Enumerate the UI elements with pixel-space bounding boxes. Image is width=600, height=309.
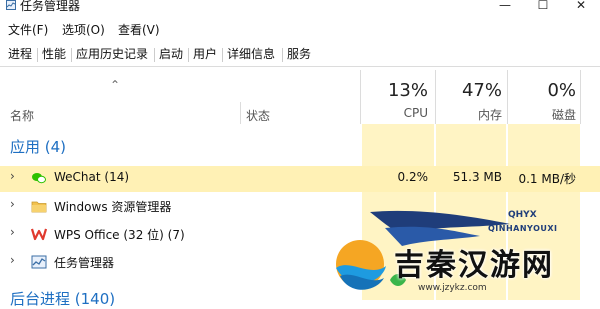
process-name: WPS Office (32 位) (7): [54, 228, 185, 242]
column-name[interactable]: 名称: [10, 107, 34, 124]
memory-percent: 47%: [461, 80, 502, 101]
column-cpu[interactable]: CPU: [362, 106, 428, 120]
task-manager-app-icon: [6, 0, 16, 10]
close-button[interactable]: ✕: [568, 0, 594, 12]
process-cpu: 0.2%: [397, 170, 429, 184]
menu-options[interactable]: 选项(O): [62, 21, 105, 38]
process-name: 任务管理器: [54, 256, 115, 270]
column-status[interactable]: 状态: [246, 107, 270, 124]
process-memory: 51.3 MB: [452, 170, 502, 184]
watermark-chinese: 吉秦汉游网: [394, 248, 554, 283]
tab-divider: [37, 48, 38, 62]
tab-divider: [154, 48, 155, 62]
tab-startup[interactable]: 启动: [157, 45, 185, 62]
column-disk[interactable]: 磁盘: [508, 106, 576, 123]
menu-bar: 文件(F) 选项(O) 查看(V): [0, 18, 600, 40]
column-divider[interactable]: [240, 102, 241, 124]
tab-app-history[interactable]: 应用历史记录: [74, 45, 150, 62]
watermark-tag: QHYX: [508, 210, 537, 220]
column-divider[interactable]: [360, 70, 361, 124]
minimize-button[interactable]: —: [492, 0, 518, 12]
column-header: ⌃ 名称 状态 13% CPU 47% 内存 0% 磁盘: [0, 70, 600, 124]
chevron-right-icon[interactable]: ›: [10, 225, 15, 239]
cpu-percent: 13%: [387, 80, 428, 101]
tab-bar: 进程 性能 应用历史记录 启动 用户 详细信息 服务: [0, 42, 600, 67]
chevron-right-icon[interactable]: ›: [10, 253, 15, 267]
task-manager-icon: [31, 255, 47, 269]
tab-users[interactable]: 用户: [191, 45, 219, 62]
menu-view[interactable]: 查看(V): [118, 21, 160, 38]
folder-icon: [31, 201, 47, 213]
watermark-english: QINHANYOUXI: [488, 224, 558, 233]
sort-up-icon[interactable]: ⌃: [110, 78, 120, 92]
tab-details[interactable]: 详细信息: [225, 45, 277, 62]
process-row[interactable]: › WeChat (14) 0.2% 51.3 MB 0.1 MB/秒: [0, 166, 600, 192]
tab-divider: [71, 48, 72, 62]
tab-performance[interactable]: 性能: [40, 45, 68, 62]
tab-processes[interactable]: 进程: [6, 45, 35, 62]
menu-file[interactable]: 文件(F): [8, 21, 48, 38]
window-title: 任务管理器: [20, 0, 81, 13]
process-disk: 0.1 MB/秒: [518, 172, 576, 186]
chevron-right-icon[interactable]: ›: [10, 169, 15, 183]
wps-icon: [31, 228, 47, 241]
group-background: 后台进程 (140): [10, 290, 116, 308]
process-name: Windows 资源管理器: [54, 200, 172, 214]
tab-divider: [282, 48, 283, 62]
maximize-button[interactable]: ☐: [530, 0, 556, 12]
chevron-right-icon[interactable]: ›: [10, 197, 15, 211]
watermark-url: www.jzykz.com: [418, 283, 487, 293]
tab-divider: [222, 48, 223, 62]
column-memory[interactable]: 内存: [436, 106, 502, 123]
group-apps: 应用 (4): [10, 138, 67, 156]
wechat-icon: [32, 173, 46, 184]
disk-percent: 0%: [547, 80, 576, 101]
title-bar: 任务管理器 — ☐ ✕: [0, 0, 600, 14]
column-divider[interactable]: [580, 70, 581, 124]
tab-divider: [188, 48, 189, 62]
tab-services[interactable]: 服务: [285, 45, 313, 62]
process-name: WeChat (14): [54, 170, 130, 184]
